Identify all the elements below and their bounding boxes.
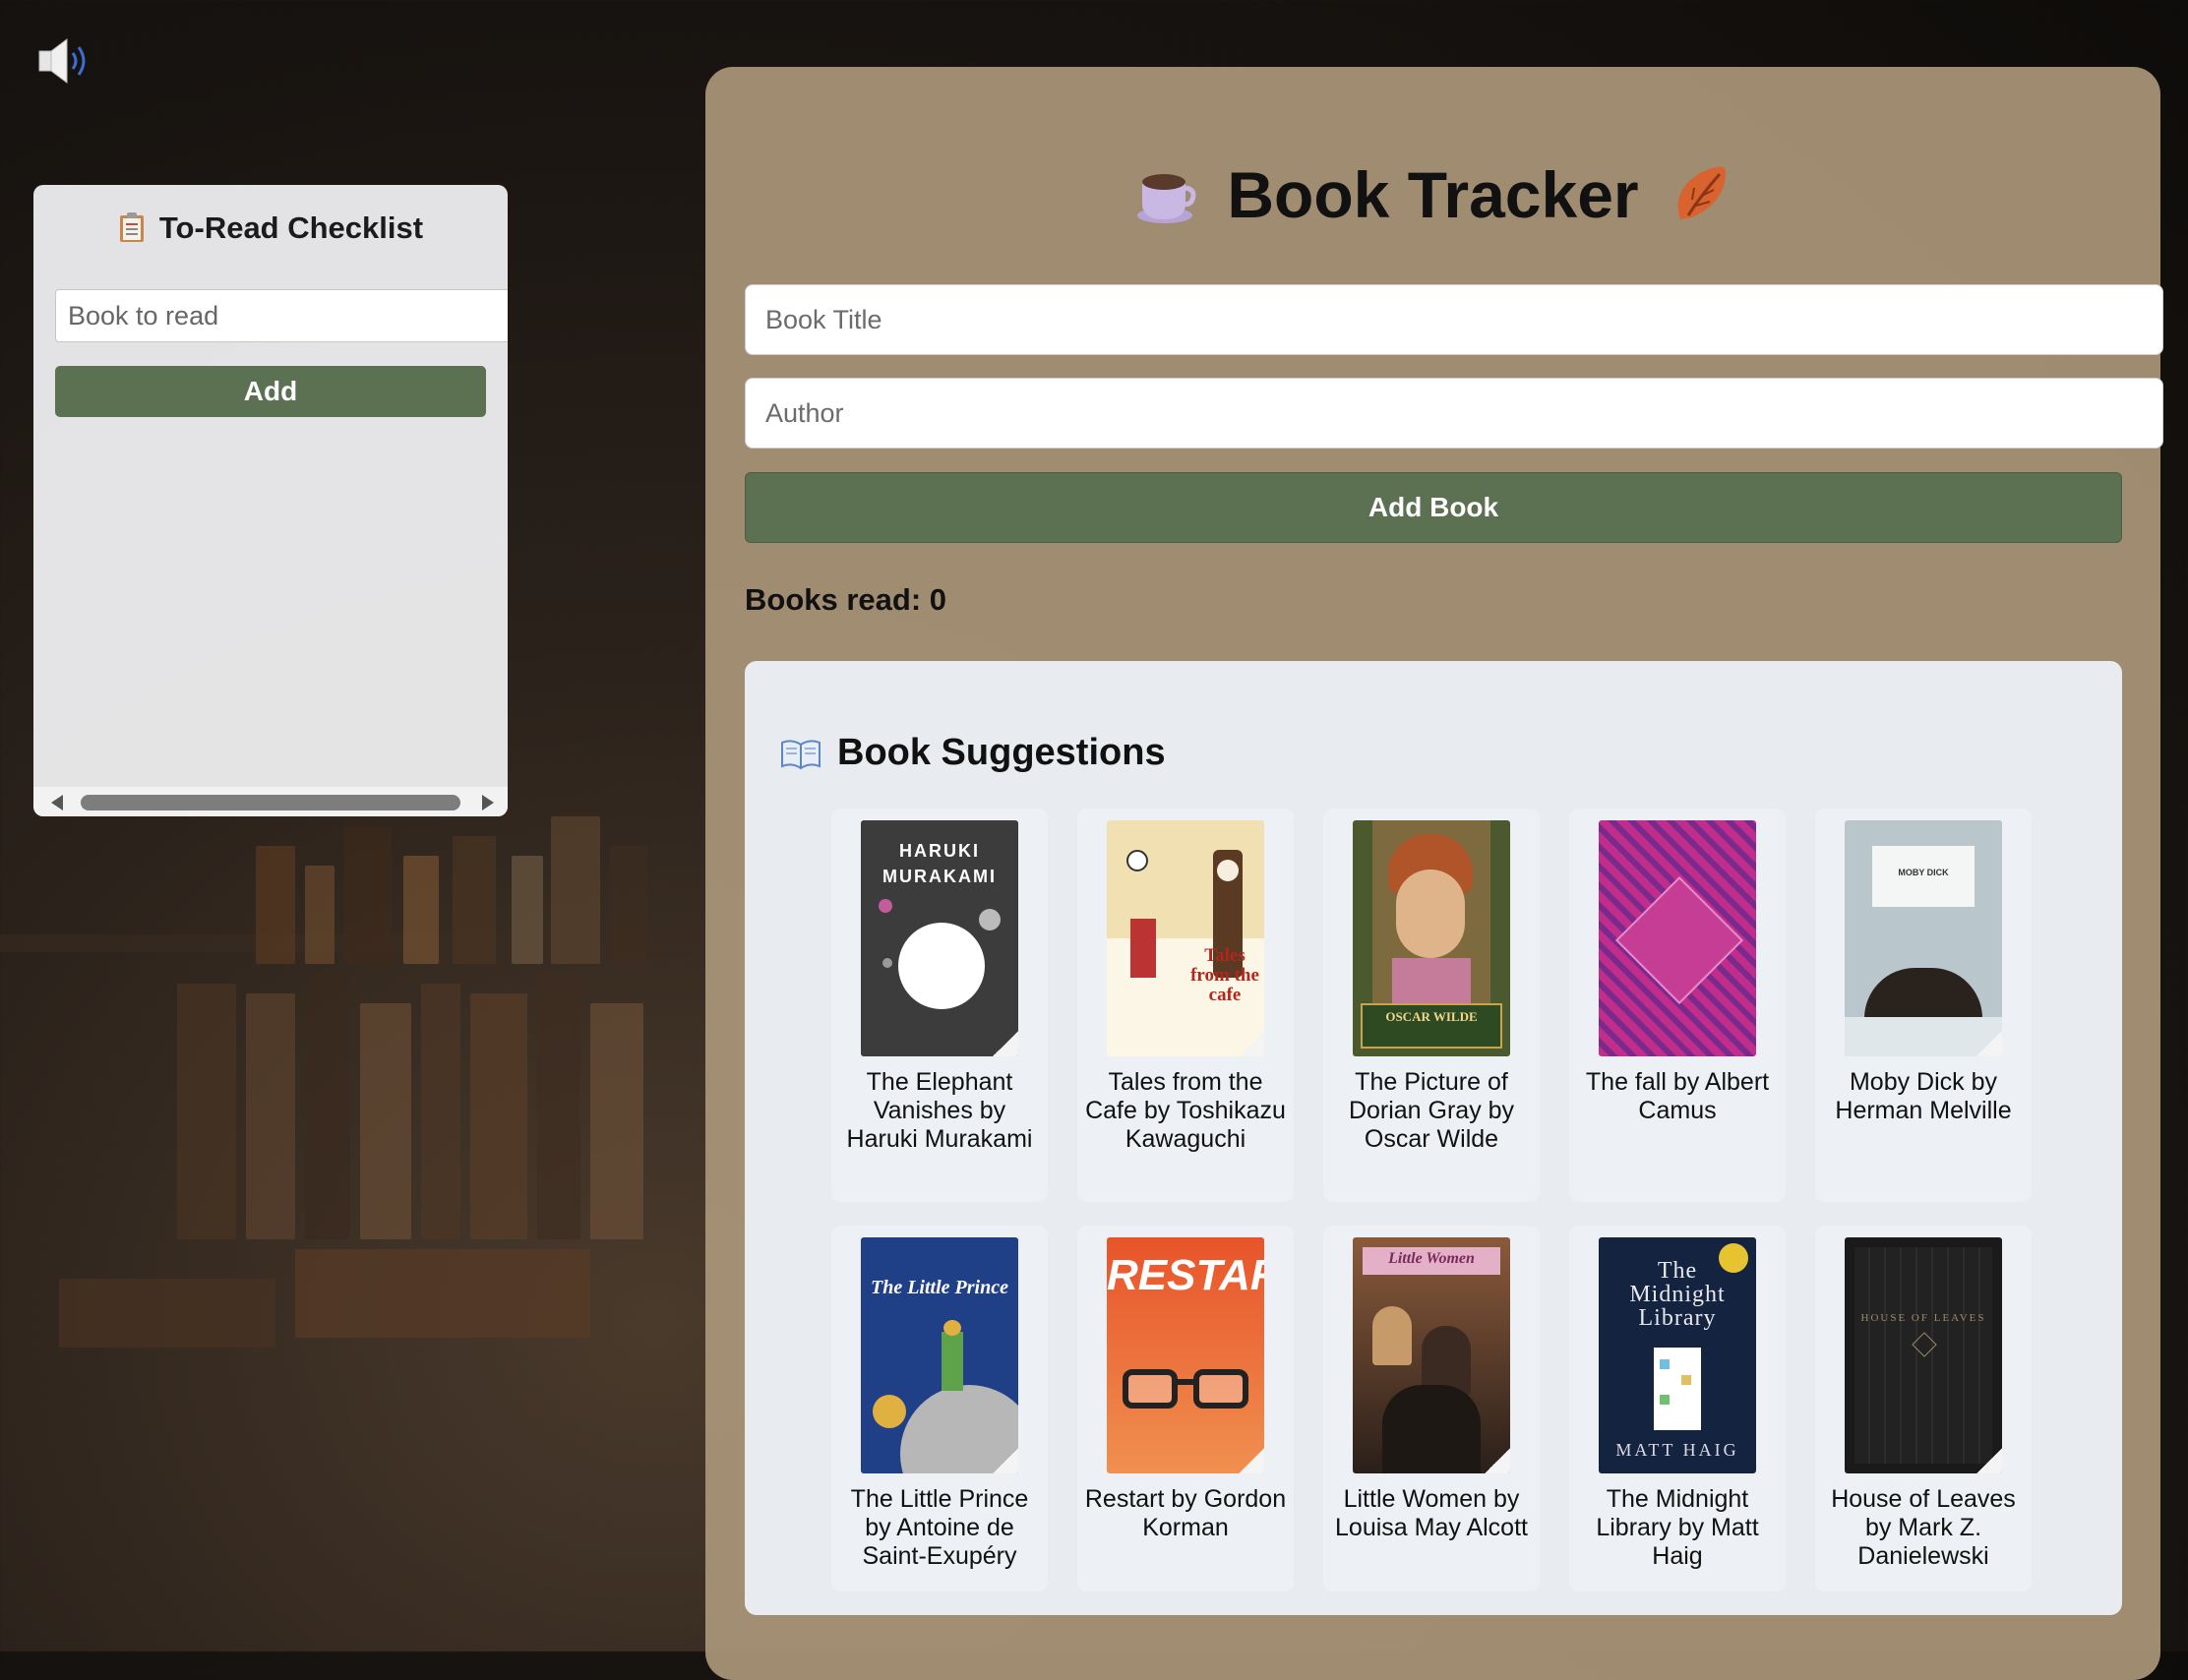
book-card[interactable]: OSCAR WILDE The Picture of Dorian Gray b… (1323, 809, 1540, 1202)
book-to-read-input[interactable] (55, 289, 508, 342)
open-book-icon (781, 740, 820, 770)
fallen-leaf-icon (1677, 166, 1727, 219)
book-caption: Tales from the Cafe by Toshikazu Kawaguc… (1085, 1068, 1286, 1153)
book-caption: The fall by Albert Camus (1585, 1068, 1770, 1124)
coffee-cup-icon (1136, 174, 1196, 223)
page-title: Book Tracker (705, 157, 2160, 256)
cover-text: Tales from the cafe (1190, 945, 1259, 1005)
cover-text: The Midnight Library (1629, 1258, 1726, 1331)
book-cover: OSCAR WILDE (1353, 820, 1510, 1056)
book-caption: The Midnight Library by Matt Haig (1596, 1485, 1759, 1570)
book-cover: RESTART (1107, 1237, 1264, 1473)
book-caption: Little Women by Louisa May Alcott (1335, 1485, 1528, 1541)
book-suggestions-section: Book Suggestions HARUKI MURAKAMI The Ele… (745, 661, 2122, 1615)
suggestions-title: Book Suggestions (837, 732, 1166, 773)
author-input[interactable] (745, 378, 2163, 449)
book-caption: The Little Prince by Antoine de Saint-Ex… (850, 1485, 1029, 1570)
book-caption: Moby Dick by Herman Melville (1835, 1068, 2012, 1124)
book-cover: HARUKI MURAKAMI (861, 820, 1018, 1056)
checklist-heading: To-Read Checklist (33, 210, 508, 246)
cover-text: HOUSE OF LEAVES (1860, 1312, 1986, 1324)
book-tracker-panel: Book Tracker Add Book Books read: 0 Book… (705, 67, 2163, 1680)
book-cover (1599, 820, 1756, 1056)
book-card[interactable]: Tales from the cafe Tales from the Cafe … (1077, 809, 1294, 1202)
cover-text: OSCAR WILDE (1385, 1009, 1478, 1024)
to-read-checklist-panel: To-Read Checklist Add (33, 185, 508, 816)
book-title-input[interactable] (745, 284, 2163, 355)
horizontal-scrollbar[interactable] (33, 787, 508, 816)
book-caption: The Picture of Dorian Gray by Oscar Wild… (1348, 1068, 1515, 1153)
checklist-title: To-Read Checklist (158, 210, 424, 245)
cover-text: The Little Prince (871, 1277, 1008, 1298)
book-card[interactable]: Little Women Little Women by Louisa May … (1323, 1226, 1540, 1591)
book-card[interactable]: HARUKI MURAKAMI The Elephant Vanishes by… (831, 809, 1048, 1202)
scroll-right-icon[interactable] (482, 795, 494, 810)
book-caption: The Elephant Vanishes by Haruki Murakami (846, 1068, 1033, 1153)
speaker-icon (38, 38, 86, 84)
book-card[interactable]: The Midnight Library MATT HAIG The Midni… (1569, 1226, 1786, 1591)
book-cover: MOBY DICK (1845, 820, 2002, 1056)
books-read-count: Books read: 0 (745, 582, 947, 617)
cover-text: MOBY DICK (1898, 868, 1949, 877)
cover-text: HARUKI MURAKAMI (882, 841, 997, 886)
add-book-button[interactable]: Add Book (745, 472, 2122, 543)
clipboard-icon (119, 212, 144, 242)
book-card[interactable]: The fall by Albert Camus (1569, 809, 1786, 1202)
book-caption: Restart by Gordon Korman (1084, 1485, 1287, 1541)
suggestions-heading: Book Suggestions (780, 732, 1166, 774)
tracker-title: Book Tracker (1227, 158, 1639, 231)
book-caption: House of Leaves by Mark Z. Danielewski (1831, 1485, 2016, 1570)
cover-text: Little Women (1388, 1250, 1475, 1267)
book-cover: Tales from the cafe (1107, 820, 1264, 1056)
book-card[interactable]: MOBY DICK Moby Dick by Herman Melville (1815, 809, 2032, 1202)
book-cover: Little Women (1353, 1237, 1510, 1473)
scroll-left-icon[interactable] (51, 795, 63, 810)
book-card[interactable]: RESTART Restart by Gordon Korman (1077, 1226, 1294, 1591)
book-cover: The Little Prince (861, 1237, 1018, 1473)
book-cover: The Midnight Library MATT HAIG (1599, 1237, 1756, 1473)
scrollbar-thumb[interactable] (81, 795, 460, 810)
book-card[interactable]: The Little Prince The Little Prince by A… (831, 1226, 1048, 1591)
sound-toggle-button[interactable] (35, 35, 94, 87)
add-to-read-button[interactable]: Add (55, 366, 486, 417)
cover-text: RESTART (1107, 1251, 1264, 1299)
book-card[interactable]: HOUSE OF LEAVES House of Leaves by Mark … (1815, 1226, 2032, 1591)
book-cover: HOUSE OF LEAVES (1845, 1237, 2002, 1473)
